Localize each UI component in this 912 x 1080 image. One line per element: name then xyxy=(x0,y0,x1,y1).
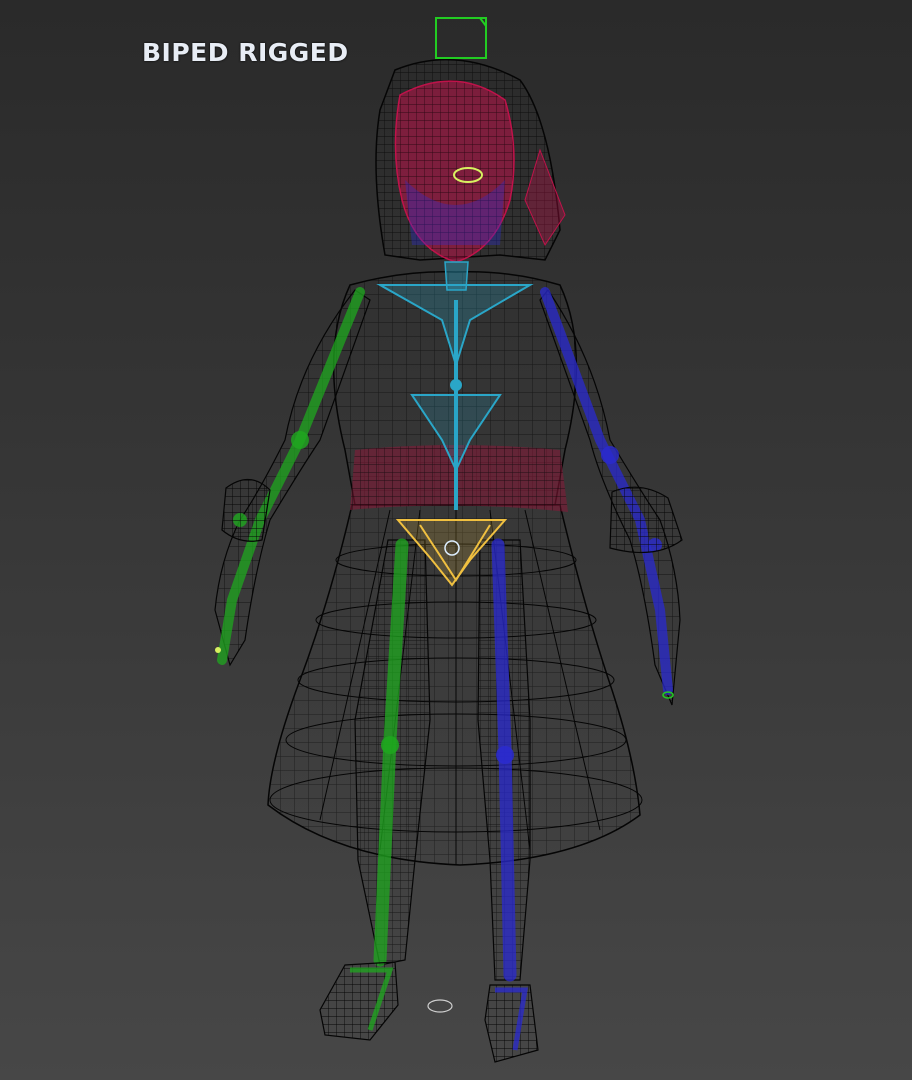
right-foot[interactable] xyxy=(484,984,539,1063)
ponytail-control[interactable] xyxy=(435,17,487,59)
left-foot[interactable] xyxy=(319,961,399,1041)
wireframe-scene[interactable] xyxy=(0,0,912,1080)
root-ground-control[interactable] xyxy=(427,999,453,1013)
neck-bone xyxy=(444,261,469,291)
right-leg-bones[interactable] xyxy=(477,538,531,982)
3d-viewport[interactable]: BIPED RIGGED xyxy=(0,0,912,1080)
left-hand-marker xyxy=(215,647,221,653)
